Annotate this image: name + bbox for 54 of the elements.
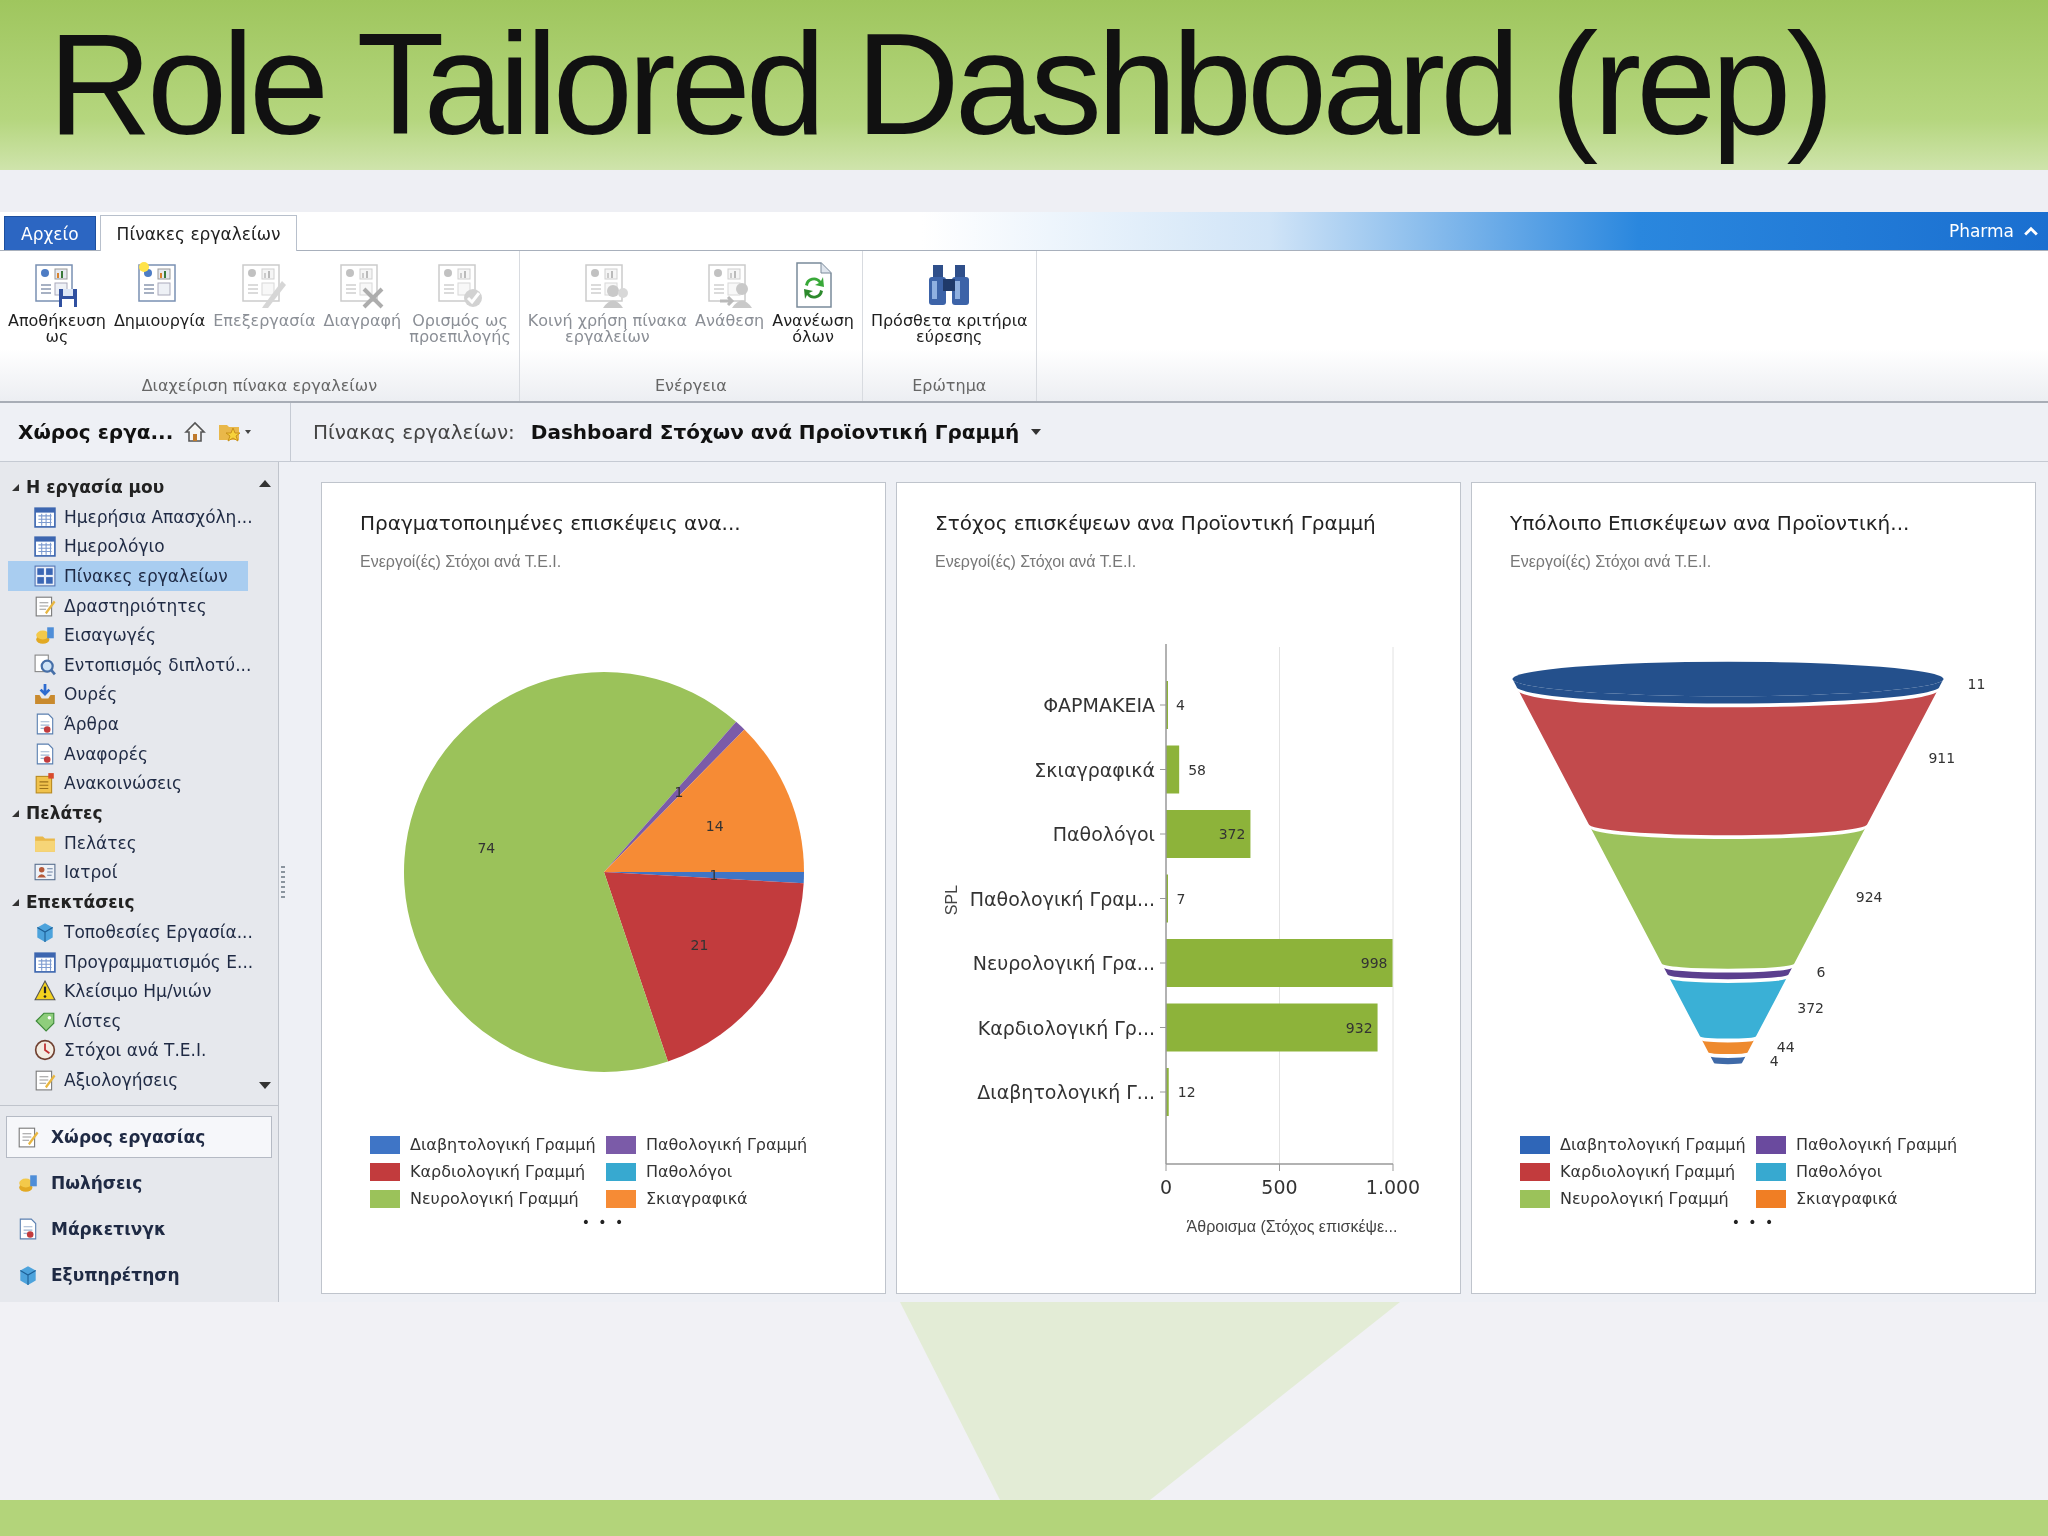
chart-title: Στόχος επισκέψεων ανα Προϊοντική Γραμμή (934, 510, 1377, 535)
value-label: 7 (1176, 890, 1186, 907)
legend-label: Σκιαγραφικά (1796, 1189, 1898, 1208)
value-label: 372 (1218, 826, 1246, 842)
value-label: 6 (1816, 963, 1826, 980)
category-label: ΦΑΡΜΑΚΕΙΑ (1043, 694, 1155, 716)
value-label: 12 (1177, 1084, 1196, 1100)
legend-label: Παθολόγοι (646, 1162, 733, 1181)
slice-label: 14 (705, 817, 724, 834)
category-label: Σκιαγραφικά (1034, 758, 1155, 781)
slide-title: Role Tailored Dashboard (rep) (48, 2, 1830, 167)
chart-title: Υπόλοιπο Επισκέψεων ανα Προϊοντική... (1509, 510, 1911, 535)
value-label: 911 (1928, 750, 1956, 767)
legend-label: Διαβητολογική Γραμμή (410, 1135, 596, 1154)
legend-label: Παθολογική Γραμμή (646, 1135, 808, 1154)
category-label: Παθολόγοι (1052, 823, 1155, 845)
dashboard-label: Πίνακας εργαλείων: (313, 420, 515, 444)
category-label: Διαβητολογική Γ... (977, 1081, 1155, 1103)
chart-title: Πραγματοποιημένες επισκέψεις ανα... (359, 510, 742, 535)
y-axis-title: SPL (943, 884, 960, 916)
ribbon-group-label: Ενέργεια (654, 376, 727, 397)
value-label: 4 (1175, 697, 1185, 713)
x-axis-title: Άθροισμα (Στόχος επισκέψε... (1186, 1218, 1398, 1235)
value-label: 998 (1360, 955, 1388, 971)
chart-subtitle: Ενεργοί(ές) Στόχοι ανά Τ.Ε.Ι. (934, 552, 1138, 571)
ribbon-group-label: Διαχείριση πίνακα εργαλείων (141, 376, 378, 397)
chart-subtitle: Ενεργοί(ές) Στόχοι ανά Τ.Ε.Ι. (1509, 552, 1713, 571)
value-label: 11 (1967, 675, 1986, 692)
legend-label: Διαβητολογική Γραμμή (1560, 1135, 1746, 1154)
value-label: 4 (1769, 1052, 1779, 1069)
category-label: Καρδιολογική Γρ... (977, 1016, 1155, 1039)
legend-label: Νευρολογική Γραμμή (410, 1189, 579, 1208)
legend-label: Σκιαγραφικά (646, 1189, 748, 1208)
value-label: 58 (1188, 761, 1206, 778)
legend-label: Καρδιολογική Γραμμή (410, 1162, 586, 1181)
tick-label: 1.000 (1365, 1176, 1421, 1198)
organization-name: Pharma (1948, 221, 2014, 241)
chart-subtitle: Ενεργοί(ές) Στόχοι ανά Τ.Ε.Ι. (359, 552, 563, 571)
slice-label: 74 (477, 840, 496, 857)
slice-label: 21 (690, 936, 709, 953)
value-label: 44 (1776, 1039, 1795, 1056)
category-label: Νευρολογική Γρα... (972, 952, 1155, 974)
legend-label: Καρδιολογική Γραμμή (1560, 1162, 1736, 1181)
tick-label: 500 (1261, 1176, 1298, 1198)
legend-label: Παθολογική Γραμμή (1796, 1135, 1958, 1154)
tick-label: 0 (1159, 1176, 1173, 1198)
legend-label: Νευρολογική Γραμμή (1560, 1189, 1729, 1208)
ribbon-group-label: Ερώτημα (912, 376, 987, 397)
category-label: Παθολογική Γραμ... (969, 887, 1155, 910)
value-label: 932 (1345, 1019, 1373, 1036)
workspace-title: Χώρος εργα... (18, 420, 174, 444)
legend-label: Παθολόγοι (1796, 1162, 1883, 1181)
value-label: 924 (1855, 888, 1883, 905)
value-label: 372 (1797, 1000, 1824, 1017)
